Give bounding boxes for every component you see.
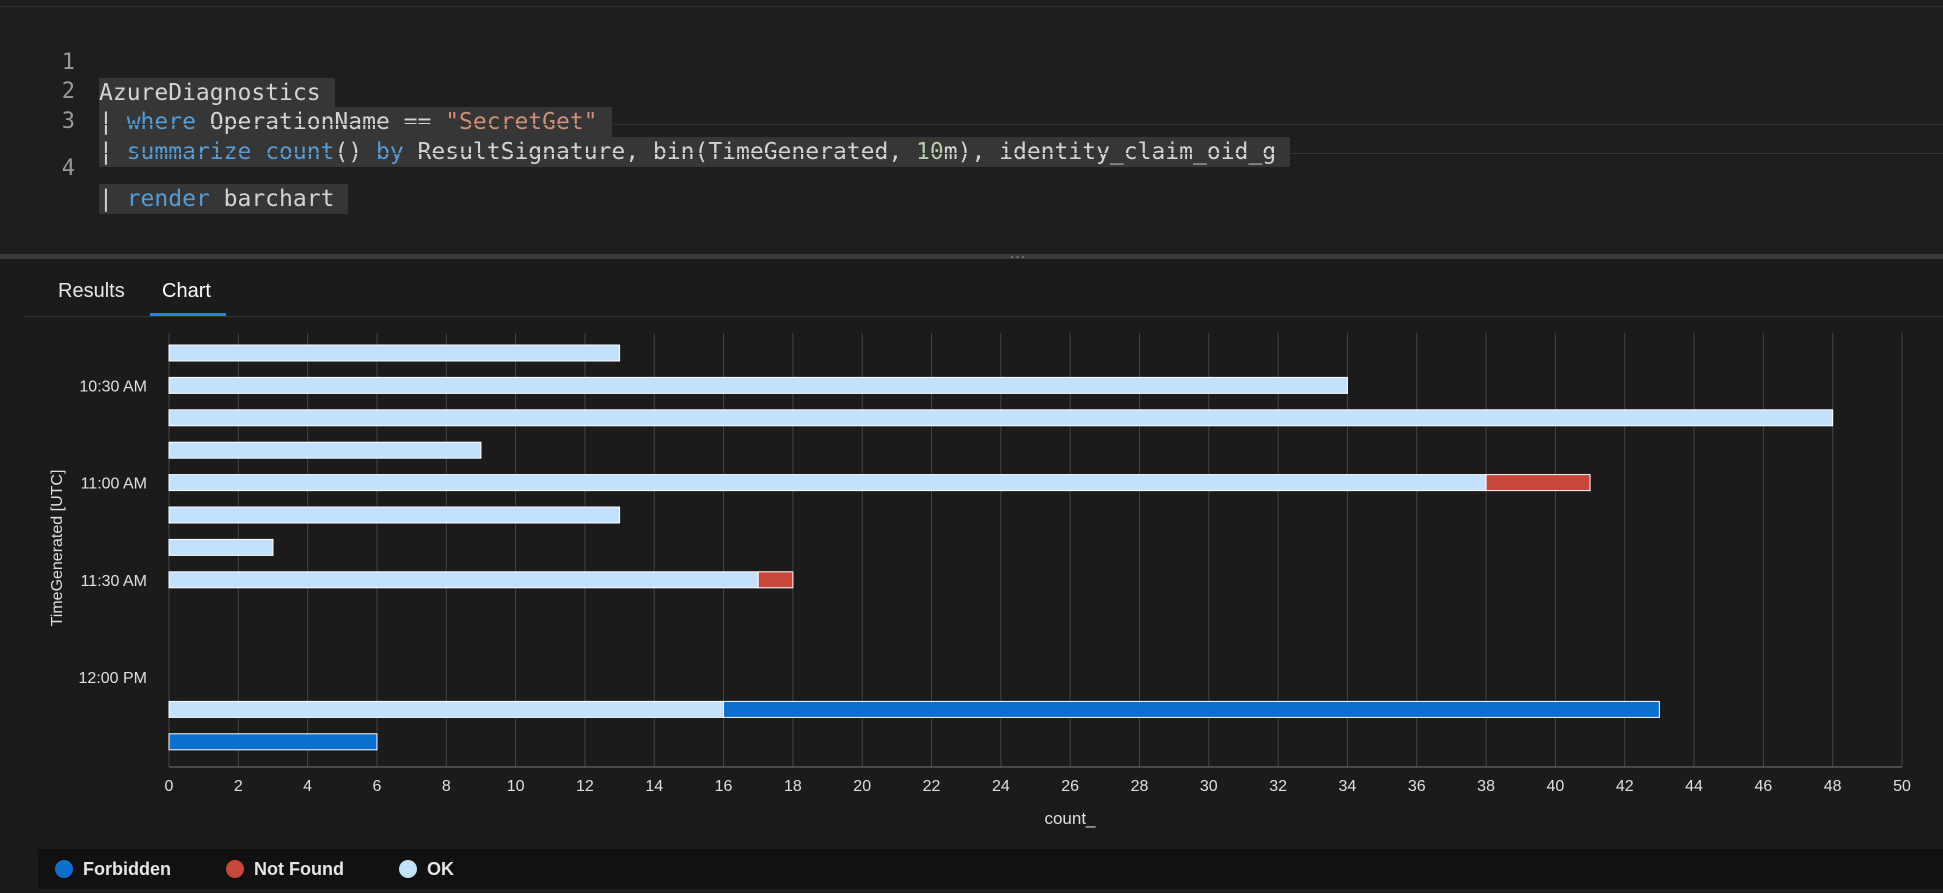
x-tick-label: 26 (1061, 778, 1079, 795)
y-tick-label: 10:30 AM (79, 378, 147, 395)
x-tick-label: 48 (1824, 778, 1842, 795)
x-axis-title: count_ (1044, 809, 1096, 828)
y-tick-label: 12:00 PM (79, 670, 147, 687)
tab-results[interactable]: Results (58, 280, 125, 303)
table-name: AzureDiagnostics (99, 80, 321, 106)
x-tick-label: 30 (1200, 778, 1218, 795)
x-tick-label: 12 (576, 778, 594, 795)
bar-ok (168, 474, 1487, 492)
bar-ok (168, 538, 274, 556)
x-tick-label: 22 (923, 778, 941, 795)
x-tick-label: 0 (165, 778, 174, 795)
bar-forbidden (168, 733, 378, 751)
bar-not-found (757, 571, 794, 589)
x-tick-label: 40 (1547, 778, 1565, 795)
x-tick-label: 10 (507, 778, 525, 795)
x-tick-label: 28 (1131, 778, 1149, 795)
legend-dot-forbidden (55, 860, 73, 878)
active-tab-indicator (150, 313, 226, 316)
x-tick-label: 8 (442, 778, 451, 795)
code-line-2[interactable]: 2 | where OperationName == "SecretGet" (0, 47, 612, 137)
x-tick-label: 20 (853, 778, 871, 795)
legend-label: Forbidden (83, 859, 171, 879)
x-tick-label: 32 (1269, 778, 1287, 795)
x-tick-label: 16 (715, 778, 733, 795)
bar-chart: 0 2 4 6 8 10 12 14 16 18 20 22 24 26 28 30 32 34 36 38 40 42 4… (49, 333, 1911, 828)
x-tick-label: 6 (373, 778, 382, 795)
pipe-operator: | (99, 186, 127, 212)
x-tick-label: 14 (645, 778, 663, 795)
bar-ok (168, 571, 759, 589)
chart-legend: Forbidden Not Found OK (38, 849, 1943, 889)
y-axis-title: TimeGenerated [UTC] (49, 470, 66, 627)
bar-ok (168, 506, 621, 524)
x-tick-label: 38 (1477, 778, 1495, 795)
x-tick-label: 34 (1339, 778, 1357, 795)
results-tabs (0, 259, 1943, 317)
legend-label: Not Found (254, 859, 344, 879)
x-tick-label: 44 (1685, 778, 1703, 795)
bar-ok (168, 441, 482, 459)
current-line-highlight (99, 124, 1943, 154)
editor-top-border (0, 6, 1943, 7)
bar-ok (168, 376, 1348, 394)
code-line-1[interactable]: 1 AzureDiagnostics (0, 18, 335, 108)
bar-ok (168, 409, 1834, 427)
query-editor[interactable]: 1 AzureDiagnostics 2 | where OperationNa… (0, 0, 1943, 254)
tab-chart[interactable]: Chart (162, 280, 211, 303)
legend-dot-ok (399, 860, 417, 878)
code-text[interactable]: | render barchart (99, 184, 349, 214)
bar-not-found (1485, 474, 1591, 492)
code-line-4[interactable]: 4 | render barchart (0, 124, 349, 214)
render-visual: barchart (209, 186, 335, 212)
x-tick-label: 42 (1616, 778, 1634, 795)
legend-dot-not-found (226, 860, 244, 878)
y-tick-label: 11:30 AM (81, 573, 147, 590)
keyword-render: render (126, 186, 210, 212)
x-tick-label: 4 (303, 778, 312, 795)
code-text[interactable]: AzureDiagnostics (99, 78, 335, 108)
line-number: 4 (61, 156, 75, 181)
y-tick-label: 11:00 AM (81, 476, 147, 493)
bar-ok (168, 700, 725, 718)
x-tick-label: 18 (784, 778, 802, 795)
x-tick-label: 36 (1408, 778, 1426, 795)
x-tick-label: 24 (992, 778, 1010, 795)
x-tick-label: 2 (234, 778, 243, 795)
legend-label: OK (427, 859, 454, 879)
x-tick-label: 50 (1893, 778, 1911, 795)
bar-ok (168, 344, 621, 362)
code-line-3[interactable]: 3 | summarize count() by ResultSignature… (0, 77, 1291, 167)
bar-forbidden (723, 700, 1660, 718)
x-tick-label: 46 (1754, 778, 1772, 795)
